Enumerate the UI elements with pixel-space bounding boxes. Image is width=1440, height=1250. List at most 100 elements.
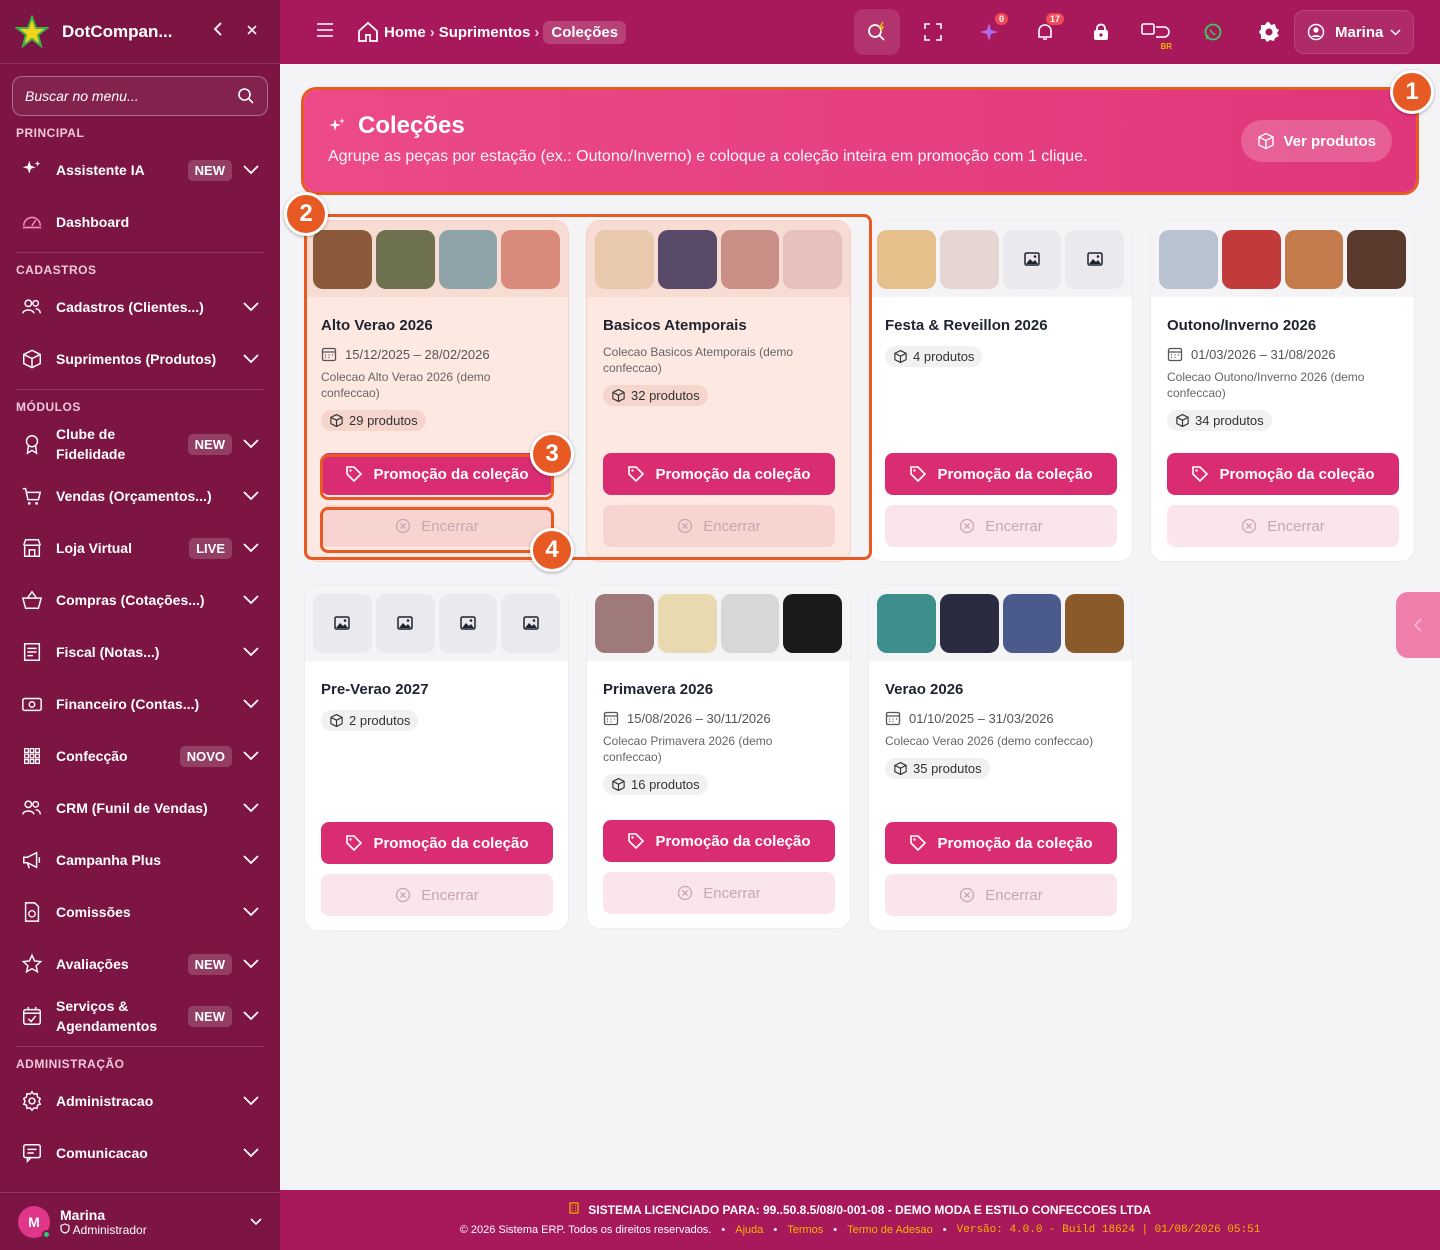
collection-end-button[interactable]: Encerrar <box>885 874 1117 916</box>
sidebar-item-administracao[interactable]: Administracao <box>0 1075 280 1127</box>
image-placeholder-icon <box>438 593 498 653</box>
hamburger-icon <box>317 22 333 37</box>
collection-end-button[interactable]: Encerrar <box>603 872 835 914</box>
breadcrumb: Home › Suprimentos › Coleções <box>356 20 627 44</box>
collection-description: Colecao Primavera 2026 (demo confeccao) <box>603 734 773 764</box>
close-circle-icon <box>396 887 411 903</box>
sidebar-item-clube-de-fidelidade[interactable]: Clube de Fidelidade NEW <box>0 418 280 470</box>
sidebar-item-compras-cotacoes[interactable]: Compras (Cotações...) <box>0 574 280 626</box>
sidebar-item-dashboard[interactable]: Dashboard <box>0 196 280 248</box>
product-count-badge: 16 produtos <box>603 774 708 795</box>
chevron-down-icon[interactable] <box>243 751 259 761</box>
language-button[interactable]: BR <box>1134 9 1180 55</box>
sidebar-item-campanha-plus[interactable]: Campanha Plus <box>0 834 280 886</box>
search-icon[interactable] <box>237 87 255 105</box>
collection-end-button[interactable]: Encerrar <box>1167 505 1399 547</box>
chevron-down-icon[interactable] <box>243 595 259 605</box>
sidebar-item-label: Avaliações <box>56 956 129 972</box>
sidebar-item-avaliacoes[interactable]: Avaliações NEW <box>0 938 280 990</box>
sidebar-item-vendas-orcamentos[interactable]: Vendas (Orçamentos...) <box>0 470 280 522</box>
product-thumbnail <box>1347 229 1406 289</box>
whatsapp-button[interactable] <box>1190 9 1236 55</box>
sidebar-item-suprimentos-produtos[interactable]: Suprimentos (Produtos) <box>0 333 280 385</box>
toolbar-icons: 0 17 BR <box>854 0 1302 64</box>
chevron-down-icon[interactable] <box>243 165 259 175</box>
chevron-down-icon[interactable] <box>250 1217 262 1226</box>
topbar: Home › Suprimentos › Coleções 0 17 BR Ma… <box>280 0 1440 64</box>
sidebar-item-confeccao[interactable]: Confecção NOVO <box>0 730 280 782</box>
settings-button[interactable] <box>1246 9 1292 55</box>
sidebar-item-comissoes[interactable]: Comissões <box>0 886 280 938</box>
collection-card[interactable]: Pre-Verao 2027 2 produtos Promoção da co… <box>304 584 569 931</box>
chevron-down-icon[interactable] <box>243 1096 259 1106</box>
collection-dates: 01/03/2026 – 31/08/2026 <box>1167 346 1398 362</box>
chevron-down-icon[interactable] <box>243 543 259 553</box>
collection-end-button[interactable]: Encerrar <box>321 874 553 916</box>
chevron-down-icon[interactable] <box>243 1011 259 1021</box>
chevron-down-icon[interactable] <box>243 491 259 501</box>
avatar: M <box>18 1205 51 1239</box>
footer-link-adhesion[interactable]: Termo de Adesao <box>847 1224 933 1236</box>
box-icon <box>894 761 907 776</box>
menu-search-input[interactable] <box>25 88 237 104</box>
collection-title: Pre-Verao 2027 <box>321 681 429 698</box>
collection-card[interactable]: Festa & Reveillon 2026 4 produtos Promoç… <box>868 220 1133 562</box>
breadcrumb-home[interactable]: Home <box>384 24 426 41</box>
breadcrumb-suprimentos[interactable]: Suprimentos <box>439 24 531 41</box>
product-count-badge: 4 produtos <box>885 346 983 367</box>
fullscreen-button[interactable] <box>910 9 956 55</box>
collection-promo-button[interactable]: Promoção da coleção <box>321 822 553 864</box>
sidebar-item-comunicacao[interactable]: Comunicacao <box>0 1127 280 1179</box>
home-icon[interactable] <box>356 20 380 44</box>
chevron-down-icon[interactable] <box>243 907 259 917</box>
collection-promo-button[interactable]: Promoção da coleção <box>603 820 835 862</box>
store-lock-button[interactable] <box>1078 9 1124 55</box>
chevron-down-icon[interactable] <box>243 803 259 813</box>
collection-end-button[interactable]: Encerrar <box>885 505 1117 547</box>
chevron-down-icon[interactable] <box>243 354 259 364</box>
notifications-button[interactable]: 17 <box>1022 9 1068 55</box>
footer-link-terms[interactable]: Termos <box>787 1224 823 1236</box>
menu-toggle-button[interactable] <box>316 22 334 42</box>
user-menu-button[interactable]: Marina <box>1294 10 1414 54</box>
callout-2: 2 <box>284 192 328 236</box>
collection-promo-button[interactable]: Promoção da coleção <box>1167 453 1399 495</box>
callout-3: 3 <box>530 432 574 476</box>
collection-card[interactable]: Verao 2026 01/10/2025 – 31/03/2026 Colec… <box>868 584 1133 931</box>
sidebar-item-assistente-ia[interactable]: Assistente IA NEW <box>0 144 280 196</box>
close-circle-icon <box>960 518 975 534</box>
chevron-down-icon[interactable] <box>243 855 259 865</box>
chevron-down-icon[interactable] <box>243 302 259 312</box>
chevron-left-icon <box>1413 618 1422 632</box>
sidebar-item-financeiro-contas[interactable]: Financeiro (Contas...) <box>0 678 280 730</box>
chevron-down-icon[interactable] <box>243 439 259 449</box>
chevron-down-icon[interactable] <box>243 647 259 657</box>
side-drawer-tab[interactable] <box>1396 592 1440 658</box>
quick-search-button[interactable] <box>854 9 900 55</box>
sidebar-item-loja-virtual[interactable]: Loja Virtual LIVE <box>0 522 280 574</box>
chevron-down-icon[interactable] <box>243 1148 259 1158</box>
sidebar-item-cadastros-clientes[interactable]: Cadastros (Clientes...) <box>0 281 280 333</box>
footer-link-help[interactable]: Ajuda <box>735 1224 763 1236</box>
collection-card[interactable]: Outono/Inverno 2026 01/03/2026 – 31/08/2… <box>1150 220 1415 562</box>
collection-thumbnails <box>305 585 568 661</box>
license-line: SISTEMA LICENCIADO PARA: 99..50.8.5/08/0… <box>280 1202 1440 1217</box>
chevron-down-icon[interactable] <box>243 699 259 709</box>
bell-icon <box>1038 24 1052 40</box>
sidebar-item-fiscal-notas[interactable]: Fiscal (Notas...) <box>0 626 280 678</box>
sidebar-user[interactable]: M Marina Administrador <box>0 1192 280 1250</box>
collection-promo-button[interactable]: Promoção da coleção <box>885 822 1117 864</box>
ai-button[interactable]: 0 <box>966 9 1012 55</box>
sidebar-item-servicos-agendamentos[interactable]: Serviços & Agendamentos NEW <box>0 990 280 1042</box>
whatsapp-icon <box>1204 23 1222 41</box>
collection-card[interactable]: Primavera 2026 15/08/2026 – 30/11/2026 C… <box>586 584 851 929</box>
chevron-down-icon[interactable] <box>243 959 259 969</box>
product-thumbnail <box>1221 229 1281 289</box>
close-sidebar-button[interactable] <box>238 23 266 41</box>
collection-promo-button[interactable]: Promoção da coleção <box>885 453 1117 495</box>
breadcrumb-separator: › <box>534 23 540 41</box>
collapse-sidebar-button[interactable] <box>204 22 232 41</box>
sidebar-item-crm-funil-de-vendas[interactable]: CRM (Funil de Vendas) <box>0 782 280 834</box>
view-products-button[interactable]: Ver produtos <box>1241 120 1392 162</box>
shield-icon <box>60 1222 70 1234</box>
